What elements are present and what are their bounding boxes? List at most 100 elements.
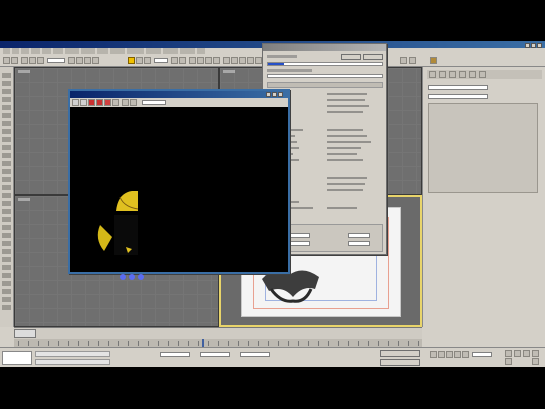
curve-editor-button[interactable]	[247, 57, 254, 64]
tool-strip-item[interactable]	[2, 241, 11, 246]
field-of-view-button[interactable]	[505, 358, 512, 365]
hierarchy-tab[interactable]	[449, 71, 456, 78]
x-coordinate-field[interactable]	[160, 352, 190, 357]
tool-strip-item[interactable]	[2, 297, 11, 302]
go-to-start-button[interactable]	[430, 351, 437, 358]
tool-strip-item[interactable]	[2, 273, 11, 278]
modifier-list-dropdown[interactable]	[428, 94, 488, 99]
tool-strip-item[interactable]	[2, 97, 11, 102]
tool-strip-item[interactable]	[2, 201, 11, 206]
unlink-button[interactable]	[29, 57, 36, 64]
y-coordinate-field[interactable]	[200, 352, 230, 357]
pivot-center-button[interactable]	[171, 57, 178, 64]
select-object-arrow-icon[interactable]	[68, 57, 75, 64]
tool-strip-item[interactable]	[2, 81, 11, 86]
track-bar[interactable]	[14, 339, 422, 347]
display-alpha-button[interactable]	[96, 99, 103, 106]
percent-snap-button[interactable]	[205, 57, 212, 64]
layer-manager-button[interactable]	[239, 57, 246, 64]
render-scene-button[interactable]	[409, 57, 416, 64]
link-button[interactable]	[21, 57, 28, 64]
select-by-name-button[interactable]	[76, 57, 83, 64]
tool-strip-item[interactable]	[2, 113, 11, 118]
tool-strip-item[interactable]	[2, 169, 11, 174]
clone-window-button[interactable]	[130, 99, 137, 106]
tool-strip-item[interactable]	[2, 305, 11, 310]
tool-strip-item[interactable]	[2, 73, 11, 78]
frame-close-icon[interactable]	[278, 92, 283, 97]
display-tab[interactable]	[469, 71, 476, 78]
bind-space-warp-button[interactable]	[37, 57, 44, 64]
align-button[interactable]	[231, 57, 238, 64]
tool-strip-item[interactable]	[2, 105, 11, 110]
undo-button[interactable]	[3, 57, 10, 64]
time-slider[interactable]	[14, 327, 422, 339]
time-slider-thumb[interactable]	[14, 329, 36, 338]
snap-toggle-button[interactable]	[189, 57, 196, 64]
sampling-field[interactable]	[288, 233, 310, 238]
maxscript-listener[interactable]	[2, 351, 32, 365]
zoom-all-button[interactable]	[514, 350, 521, 357]
tool-strip-item[interactable]	[2, 225, 11, 230]
scale-button[interactable]	[144, 57, 151, 64]
clear-button[interactable]	[112, 99, 119, 106]
material-editor-button[interactable]	[400, 57, 407, 64]
tool-strip-item[interactable]	[2, 209, 11, 214]
tool-strip-item[interactable]	[2, 265, 11, 270]
tool-strip-item[interactable]	[2, 289, 11, 294]
orbit-button[interactable]	[532, 350, 539, 357]
tool-strip-item[interactable]	[2, 161, 11, 166]
region-select-button[interactable]	[84, 57, 91, 64]
selection-filter-dropdown[interactable]	[47, 58, 65, 63]
move-icon[interactable]	[128, 57, 135, 64]
current-frame-field[interactable]	[472, 352, 492, 357]
viewport-label[interactable]	[18, 70, 30, 73]
mirror-button[interactable]	[223, 57, 230, 64]
rotate-button[interactable]	[136, 57, 143, 64]
cancel-button[interactable]	[363, 54, 383, 60]
teapot-icon[interactable]	[430, 57, 437, 64]
modifier-stack[interactable]	[428, 103, 538, 193]
frame-minimize-button[interactable]	[266, 92, 271, 97]
angle-snap-button[interactable]	[197, 57, 204, 64]
create-tab[interactable]	[429, 71, 436, 78]
enable-green-channel-button[interactable]	[80, 99, 87, 106]
tool-strip-item[interactable]	[2, 257, 11, 262]
tool-strip-item[interactable]	[2, 217, 11, 222]
tool-strip-item[interactable]	[2, 89, 11, 94]
utilities-tab[interactable]	[479, 71, 486, 78]
tool-strip-item[interactable]	[2, 153, 11, 158]
sampling-field[interactable]	[348, 241, 370, 246]
enable-red-channel-button[interactable]	[72, 99, 79, 106]
pause-button[interactable]	[341, 54, 361, 60]
play-button[interactable]	[446, 351, 453, 358]
tool-strip-item[interactable]	[2, 145, 11, 150]
viewport-label[interactable]	[223, 70, 235, 73]
auto-key-button[interactable]	[380, 350, 420, 357]
reference-coordinate-dropdown[interactable]	[154, 58, 168, 63]
motion-tab[interactable]	[459, 71, 466, 78]
sampling-field[interactable]	[348, 233, 370, 238]
pan-button[interactable]	[523, 350, 530, 357]
tool-strip-item[interactable]	[2, 177, 11, 182]
viewport-label[interactable]	[18, 198, 30, 201]
redo-button[interactable]	[11, 57, 18, 64]
object-name-field[interactable]	[428, 85, 488, 90]
tool-strip-item[interactable]	[2, 121, 11, 126]
zoom-button[interactable]	[505, 350, 512, 357]
enable-blue-channel-button[interactable]	[88, 99, 95, 106]
maximize-viewport-button[interactable]	[532, 358, 539, 365]
modify-tab[interactable]	[439, 71, 446, 78]
tool-strip-item[interactable]	[2, 129, 11, 134]
frame-maximize-button[interactable]	[272, 92, 277, 97]
set-key-button[interactable]	[380, 359, 420, 366]
next-frame-button[interactable]	[454, 351, 461, 358]
monochrome-button[interactable]	[104, 99, 111, 106]
tool-strip-item[interactable]	[2, 249, 11, 254]
previous-frame-button[interactable]	[438, 351, 445, 358]
sampling-field[interactable]	[288, 241, 310, 246]
tool-strip-item[interactable]	[2, 137, 11, 142]
window-crossing-button[interactable]	[92, 57, 99, 64]
schematic-view-button[interactable]	[255, 57, 262, 64]
select-manipulate-button[interactable]	[179, 57, 186, 64]
